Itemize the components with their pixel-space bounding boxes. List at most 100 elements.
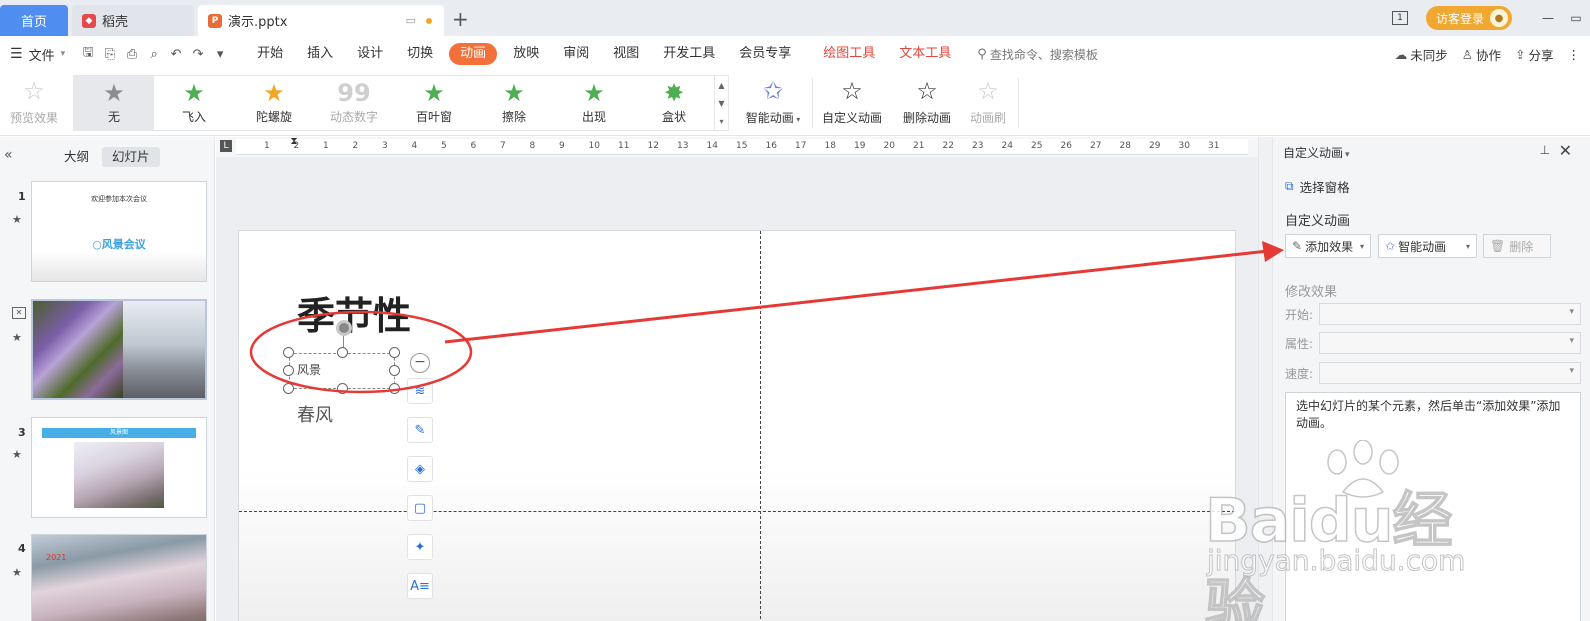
command-search[interactable]: ⚲ 查找命令、搜索模板: [977, 46, 1098, 63]
export-icon[interactable]: ⎘: [99, 47, 121, 62]
text-format-icon[interactable]: A≡: [407, 573, 433, 599]
animation-star-icon: ★: [12, 213, 22, 226]
tab-home-ribbon[interactable]: 开始: [245, 43, 295, 65]
visitor-login-button[interactable]: 访客登录 ●: [1425, 6, 1512, 30]
print-preview-icon[interactable]: ⌕: [143, 47, 165, 62]
tab-developer[interactable]: 开发工具: [651, 43, 727, 65]
gallery-expand-icon[interactable]: ▾: [719, 117, 723, 126]
smart-animation-label: 智能动画: [745, 111, 794, 125]
collapse-panel-icon[interactable]: «: [4, 147, 13, 163]
print-icon[interactable]: ⎙: [121, 47, 143, 62]
ruler-number: 4: [411, 141, 418, 151]
tab-text-tools[interactable]: 文本工具: [887, 43, 963, 65]
tab-design[interactable]: 设计: [345, 43, 395, 65]
minimize-icon[interactable]: —: [1534, 11, 1562, 25]
delete-animation-button[interactable]: ☆ 删除动画: [900, 75, 954, 131]
speed-select[interactable]: [1319, 362, 1581, 384]
ruler-number: 11: [618, 141, 630, 151]
current-slide[interactable]: 季节性 风景 春风: [238, 230, 1236, 621]
smart-animation-pane-button[interactable]: ✩ 智能动画 ▾: [1378, 234, 1477, 258]
slide-thumbnail-2[interactable]: [31, 299, 207, 400]
resize-handle[interactable]: [283, 365, 294, 376]
layers-icon[interactable]: ≋: [407, 378, 433, 404]
tab-document[interactable]: P 演示.pptx ▭: [198, 5, 444, 36]
tab-outline[interactable]: 大纲: [54, 147, 99, 167]
tab-view[interactable]: 视图: [601, 43, 651, 65]
undo-icon[interactable]: ↶: [165, 47, 187, 62]
pin-icon[interactable]: ⊥: [1540, 143, 1550, 157]
effect-spin[interactable]: ★ 陀螺旋: [234, 76, 314, 130]
brush-icon[interactable]: ✎: [407, 417, 433, 443]
maximize-icon[interactable]: ▭: [1562, 11, 1590, 25]
selection-pane-link[interactable]: ⧉ 选择窗格: [1285, 177, 1350, 196]
tab-slides[interactable]: 幻灯片: [102, 147, 160, 167]
tab-stop-selector-icon[interactable]: L: [220, 140, 232, 152]
share-button[interactable]: ⇪ 分享: [1515, 45, 1554, 64]
slide-thumbnail-3[interactable]: 风景图: [31, 417, 207, 518]
resize-handle[interactable]: [283, 347, 294, 358]
slide-body-text[interactable]: 春风: [297, 401, 333, 427]
more-icon[interactable]: ⋮: [1568, 47, 1581, 62]
resize-handle[interactable]: [389, 365, 400, 376]
tab-member[interactable]: 会员专享: [727, 43, 803, 65]
effect-label: 盒状: [661, 110, 686, 124]
effect-blinds[interactable]: ★ 百叶窗: [394, 76, 474, 130]
slide-title[interactable]: 季节性: [297, 285, 411, 340]
close-icon[interactable]: ✕: [1559, 141, 1572, 160]
gallery-down-icon[interactable]: ▼: [718, 99, 724, 108]
resize-handle[interactable]: [283, 383, 294, 394]
gallery-scrollbar[interactable]: ▲ ▼ ▾: [714, 76, 728, 130]
indent-marker-icon[interactable]: ⧗: [289, 137, 299, 157]
effect-dynamic-number[interactable]: 99 动态数字: [314, 76, 394, 130]
window-count-icon[interactable]: 1: [1391, 11, 1408, 25]
file-menu[interactable]: ☰ 文件 ▾: [10, 45, 65, 64]
tab-animation[interactable]: 动画: [449, 43, 498, 65]
save-icon[interactable]: 🖫: [77, 43, 99, 65]
new-tab-button[interactable]: +: [452, 9, 469, 29]
tab-drawing-tools[interactable]: 绘图工具: [811, 43, 887, 65]
gallery-up-icon[interactable]: ▲: [718, 81, 724, 90]
start-select[interactable]: [1319, 303, 1581, 325]
fill-bucket-icon[interactable]: ◈: [407, 456, 433, 482]
preview-effect-button[interactable]: ☆ 预览效果: [6, 75, 62, 131]
collapse-toolbar-icon[interactable]: −: [410, 353, 430, 373]
effect-wipe[interactable]: ★ 擦除: [474, 76, 554, 130]
tab-review[interactable]: 审阅: [551, 43, 601, 65]
pane-header[interactable]: 自定义动画 ▾: [1283, 144, 1350, 161]
resize-handle[interactable]: [337, 383, 348, 394]
slide-thumbnail-1[interactable]: 欢迎参加本次会议 ○风景会议: [31, 181, 207, 282]
tab-docer[interactable]: ◆ 稻壳: [72, 5, 194, 36]
effect-none[interactable]: ★ 无: [74, 76, 154, 130]
tab-transition[interactable]: 切换: [395, 43, 445, 65]
add-effect-button[interactable]: ✎ 添加效果 ▾: [1285, 234, 1371, 258]
redo-icon[interactable]: ↷: [187, 47, 209, 62]
rotate-handle-icon[interactable]: [336, 320, 352, 336]
monitor-icon[interactable]: ▭: [406, 14, 416, 27]
effect-appear[interactable]: ★ 出现: [554, 76, 634, 130]
border-icon[interactable]: ▢: [407, 495, 433, 521]
delete-label: 删除: [1509, 239, 1534, 254]
custom-animation-button[interactable]: ☆ 自定义动画: [820, 75, 884, 131]
canvas-scrollbar[interactable]: [1258, 137, 1272, 621]
resize-handle[interactable]: [389, 347, 400, 358]
selected-text[interactable]: 风景: [297, 361, 321, 378]
lightbulb-icon[interactable]: ✦: [407, 534, 433, 560]
sync-button[interactable]: ☁ 未同步: [1395, 45, 1448, 64]
resize-handle[interactable]: [389, 383, 400, 394]
customize-chevron-icon[interactable]: ▾: [209, 47, 231, 62]
ruler-scale[interactable]: 1 2 1 2 3 4 5 6 7 8 9 10 11 12 13 14 15 16 17 18 19 20 21 22 23 2…: [236, 139, 1248, 155]
collab-button[interactable]: ♙ 协作: [1462, 45, 1501, 64]
effect-box[interactable]: ✸ 盒状: [634, 76, 714, 130]
animation-painter-button[interactable]: ☆ 动画刷: [966, 75, 1010, 131]
tab-insert[interactable]: 插入: [295, 43, 345, 65]
resize-handle[interactable]: [337, 347, 348, 358]
property-select[interactable]: [1319, 332, 1581, 354]
smart-animation-button[interactable]: ✩ 智能动画 ▾: [742, 75, 804, 131]
animation-list[interactable]: 选中幻灯片的某个元素，然后单击“添加效果”添加动画。: [1285, 392, 1581, 621]
tab-home[interactable]: 首页: [0, 5, 68, 36]
slide-thumbnail-4[interactable]: 2021: [31, 534, 207, 621]
slide-number: 4: [18, 542, 26, 555]
tab-slideshow[interactable]: 放映: [501, 43, 551, 65]
delete-button[interactable]: 🗑 删除: [1483, 234, 1551, 258]
effect-fly-in[interactable]: ★ 飞入: [154, 76, 234, 130]
